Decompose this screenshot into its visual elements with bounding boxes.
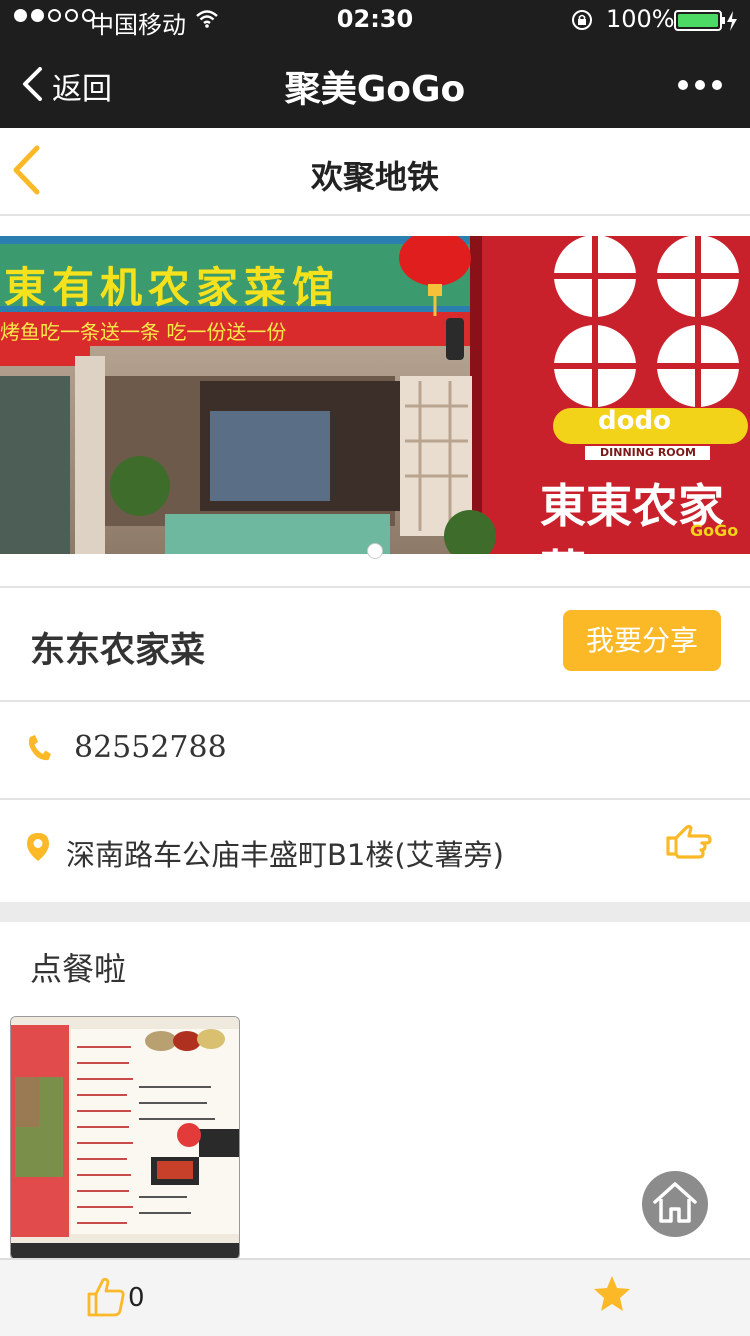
location-pin-icon bbox=[27, 833, 49, 861]
home-icon bbox=[653, 1182, 697, 1223]
banner-slogan: 烤鱼吃一条送一条 吃一份送一份 bbox=[0, 320, 287, 344]
status-bar: 中国移动 02:30 100% bbox=[0, 0, 750, 40]
star-favorite-icon[interactable] bbox=[592, 1274, 632, 1314]
share-button[interactable]: 我要分享 bbox=[563, 610, 721, 671]
menu-photo-thumbnail[interactable] bbox=[10, 1016, 240, 1260]
thumbs-up-icon bbox=[87, 1277, 125, 1317]
section-title: 点餐啦 bbox=[30, 950, 127, 988]
more-menu-icon[interactable] bbox=[678, 80, 722, 90]
banner-brand-text: dodo bbox=[598, 406, 671, 436]
home-button[interactable] bbox=[642, 1171, 708, 1237]
banner-carousel[interactable]: 東有机农家菜馆 烤鱼吃一条送一条 吃一份送一份 dodo DINNING ROO… bbox=[0, 236, 750, 554]
phone-row[interactable]: 82552788 bbox=[0, 702, 750, 798]
address-text: 深南路车公庙丰盛町B1楼(艾薯旁) bbox=[66, 838, 504, 872]
pointing-hand-icon[interactable] bbox=[664, 822, 712, 862]
shop-name: 东东农家菜 bbox=[30, 631, 206, 671]
phone-number[interactable]: 82552788 bbox=[74, 730, 227, 765]
section-separator bbox=[0, 902, 750, 922]
phone-icon bbox=[28, 735, 51, 761]
page-title: 欢聚地铁 bbox=[310, 158, 439, 196]
page-header: 欢聚地铁 bbox=[0, 128, 750, 216]
rotation-lock-icon bbox=[572, 10, 592, 30]
banner-brand-name: 東東农家菜 bbox=[540, 479, 724, 554]
menu-photo-image bbox=[11, 1017, 239, 1259]
banner-sign-text: 東有机农家菜馆 bbox=[4, 263, 341, 312]
nav-title: 聚美GoGo bbox=[284, 69, 466, 110]
battery-percent: 100% bbox=[606, 5, 675, 33]
like-count: 0 bbox=[128, 1283, 145, 1313]
address-row[interactable]: 深南路车公庙丰盛町B1楼(艾薯旁) bbox=[0, 800, 750, 900]
battery-icon bbox=[674, 10, 737, 31]
bottom-action-bar: 0 bbox=[0, 1258, 750, 1336]
nav-bar: 返回 聚美GoGo bbox=[0, 40, 750, 128]
banner-brand-sub: DINNING ROOM bbox=[600, 446, 696, 459]
divider bbox=[0, 586, 750, 588]
carousel-page-indicator[interactable] bbox=[367, 543, 383, 559]
banner-watermark: GoGo bbox=[690, 521, 739, 540]
